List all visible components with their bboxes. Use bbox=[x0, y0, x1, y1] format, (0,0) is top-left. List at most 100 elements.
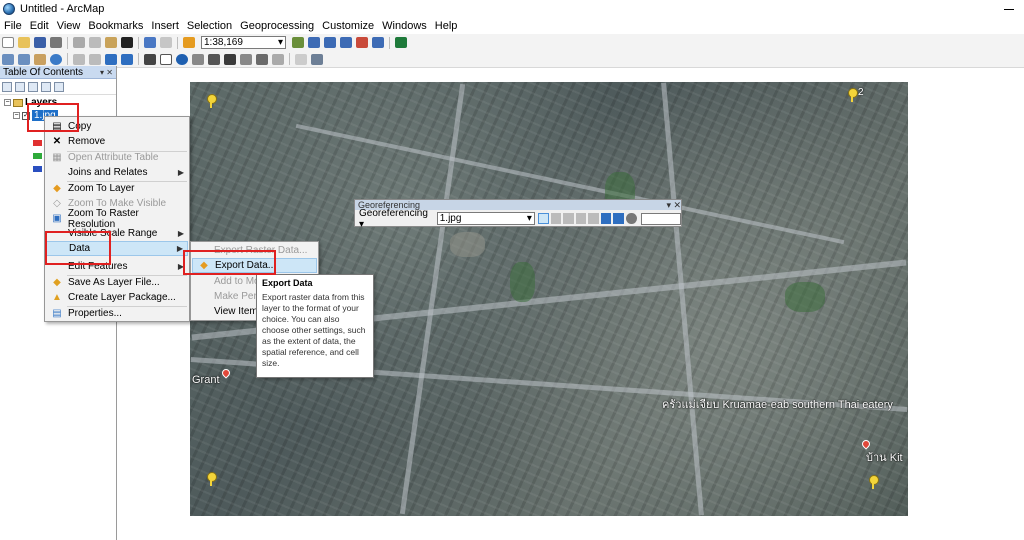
select-features-icon[interactable] bbox=[144, 53, 156, 65]
standard-toolbar: 1:38,169 ▾ bbox=[0, 34, 1024, 51]
menu-item-open-attribute-table[interactable]: ▦ Open Attribute Table bbox=[46, 150, 188, 165]
new-document-icon[interactable] bbox=[2, 37, 14, 48]
menu-bookmarks[interactable]: Bookmarks bbox=[84, 20, 147, 32]
submenu-arrow-icon: ▶ bbox=[177, 168, 184, 177]
menu-item-create-layer-package[interactable]: ▲ Create Layer Package... bbox=[46, 290, 188, 305]
toc-options-icon[interactable] bbox=[54, 81, 64, 92]
cut-icon[interactable] bbox=[73, 37, 85, 48]
menu-item-label: Remove bbox=[68, 136, 106, 147]
rotate-icon[interactable] bbox=[537, 213, 549, 224]
map-scale-combo[interactable]: 1:38,169 ▾ bbox=[201, 36, 286, 49]
gcp-pushpin-icon[interactable] bbox=[847, 88, 858, 102]
fixed-zoom-out-icon[interactable] bbox=[89, 53, 101, 65]
menu-item-zoom-to-raster-resolution[interactable]: ▣ Zoom To Raster Resolution bbox=[46, 208, 188, 230]
menu-view[interactable]: View bbox=[53, 20, 85, 32]
georeferencing-layer-combo[interactable]: 1.jpg ▾ bbox=[436, 212, 535, 225]
menu-item-remove[interactable]: ✕ Remove bbox=[46, 134, 188, 149]
menu-item-properties[interactable]: ▤ Properties... bbox=[46, 306, 188, 321]
copy-icon[interactable] bbox=[89, 37, 101, 48]
window-title: Untitled - ArcMap bbox=[20, 2, 105, 15]
add-control-points-icon[interactable] bbox=[575, 213, 587, 224]
full-extent-icon[interactable] bbox=[50, 53, 62, 65]
gcp-number-label: 2 bbox=[858, 87, 864, 98]
toolbar-separator bbox=[138, 53, 139, 65]
add-data-icon[interactable] bbox=[183, 37, 195, 48]
auto-registration-icon[interactable] bbox=[588, 213, 599, 224]
measure-icon[interactable] bbox=[272, 53, 284, 65]
editor-toolbar-icon[interactable] bbox=[292, 37, 304, 48]
go-to-xy-icon[interactable] bbox=[256, 53, 268, 65]
viewer-window-icon[interactable] bbox=[311, 53, 323, 65]
menu-file[interactable]: File bbox=[0, 20, 26, 32]
georeferencing-menu-button[interactable]: Georeferencing ▾ bbox=[357, 208, 435, 230]
menu-item-save-as-layer-file[interactable]: ◆ Save As Layer File... bbox=[46, 275, 188, 290]
list-by-selection-icon[interactable] bbox=[41, 81, 51, 92]
menu-geoprocessing[interactable]: Geoprocessing bbox=[236, 20, 318, 32]
road bbox=[661, 82, 704, 516]
find-binoculars-icon[interactable] bbox=[224, 53, 236, 65]
zoom-out-icon[interactable] bbox=[18, 53, 30, 65]
save-layer-icon: ◆ bbox=[53, 277, 61, 288]
select-elements-icon[interactable] bbox=[160, 53, 172, 65]
toolbar-separator bbox=[289, 53, 290, 65]
rotation-input[interactable] bbox=[640, 212, 681, 225]
pan-hand-icon[interactable] bbox=[34, 53, 46, 65]
print-icon[interactable] bbox=[50, 37, 62, 48]
gcp-pushpin-icon[interactable] bbox=[206, 472, 217, 486]
view-link-table-icon[interactable] bbox=[600, 213, 612, 224]
rotate-dropdown-icon[interactable] bbox=[625, 213, 637, 224]
menu-selection[interactable]: Selection bbox=[183, 20, 236, 32]
layer-package-icon: ▲ bbox=[52, 292, 62, 303]
layer-context-menu: ▤ Copy ✕ Remove ▦ Open Attribute Table Join… bbox=[44, 116, 190, 322]
arctoolbox-icon[interactable] bbox=[356, 37, 368, 48]
place-label: ครัวแม่เจียบ Kruamae-eab southern Thai e… bbox=[662, 399, 893, 411]
hyperlink-icon[interactable] bbox=[192, 53, 204, 65]
paste-icon[interactable] bbox=[105, 37, 117, 48]
menu-item-joins-relates[interactable]: Joins and Relates ▶ bbox=[46, 165, 188, 180]
viewer-icon[interactable] bbox=[613, 213, 624, 224]
pin-close-icons[interactable]: ▾ ✕ bbox=[100, 68, 113, 77]
menu-item-zoom-to-layer[interactable]: ◆ Zoom To Layer bbox=[46, 181, 188, 196]
close-icon[interactable]: ▾ ✕ bbox=[666, 200, 681, 210]
undo-icon[interactable] bbox=[144, 37, 156, 48]
back-extent-icon[interactable] bbox=[105, 53, 117, 65]
arcmap-globe-icon bbox=[3, 2, 15, 15]
menu-customize[interactable]: Customize bbox=[318, 20, 378, 32]
menu-insert[interactable]: Insert bbox=[147, 20, 183, 32]
list-by-visibility-icon[interactable] bbox=[28, 81, 38, 92]
save-icon[interactable] bbox=[34, 37, 46, 48]
catalog-window-icon[interactable] bbox=[324, 37, 336, 48]
identify-icon[interactable] bbox=[176, 53, 188, 65]
minimize-icon[interactable] bbox=[1004, 9, 1014, 10]
georeferencing-menu-label: Georeferencing bbox=[359, 207, 428, 219]
zoom-in-icon[interactable] bbox=[2, 53, 14, 65]
shift-icon[interactable] bbox=[550, 213, 562, 224]
list-by-source-icon[interactable] bbox=[15, 81, 25, 92]
gcp-pushpin-icon[interactable] bbox=[206, 94, 217, 108]
menu-windows[interactable]: Windows bbox=[378, 20, 431, 32]
python-window-icon[interactable] bbox=[372, 37, 384, 48]
time-slider-icon[interactable] bbox=[295, 53, 307, 65]
gcp-pushpin-icon[interactable] bbox=[868, 475, 879, 489]
html-popup-icon[interactable] bbox=[208, 53, 220, 65]
menu-edit[interactable]: Edit bbox=[26, 20, 53, 32]
collapse-icon[interactable]: − bbox=[4, 99, 11, 106]
redo-icon[interactable] bbox=[160, 37, 172, 48]
list-by-drawing-order-icon[interactable] bbox=[2, 81, 12, 92]
open-folder-icon[interactable] bbox=[18, 37, 30, 48]
delete-icon[interactable] bbox=[121, 37, 133, 48]
collapse-icon[interactable]: − bbox=[13, 112, 20, 119]
toc-window-icon[interactable] bbox=[308, 37, 320, 48]
forward-extent-icon[interactable] bbox=[121, 53, 133, 65]
model-builder-icon[interactable] bbox=[395, 37, 407, 48]
find-route-icon[interactable] bbox=[240, 53, 252, 65]
properties-icon: ▤ bbox=[52, 308, 62, 319]
menu-item-label: Open Attribute Table bbox=[68, 152, 159, 163]
menu-help[interactable]: Help bbox=[431, 20, 462, 32]
fixed-zoom-in-icon[interactable] bbox=[73, 53, 85, 65]
scale-icon[interactable] bbox=[563, 213, 574, 224]
park-area bbox=[510, 262, 535, 302]
tooltip-body: Export raster data from this layer to th… bbox=[262, 292, 366, 368]
place-marker-icon[interactable] bbox=[220, 367, 232, 379]
search-window-icon[interactable] bbox=[340, 37, 352, 48]
